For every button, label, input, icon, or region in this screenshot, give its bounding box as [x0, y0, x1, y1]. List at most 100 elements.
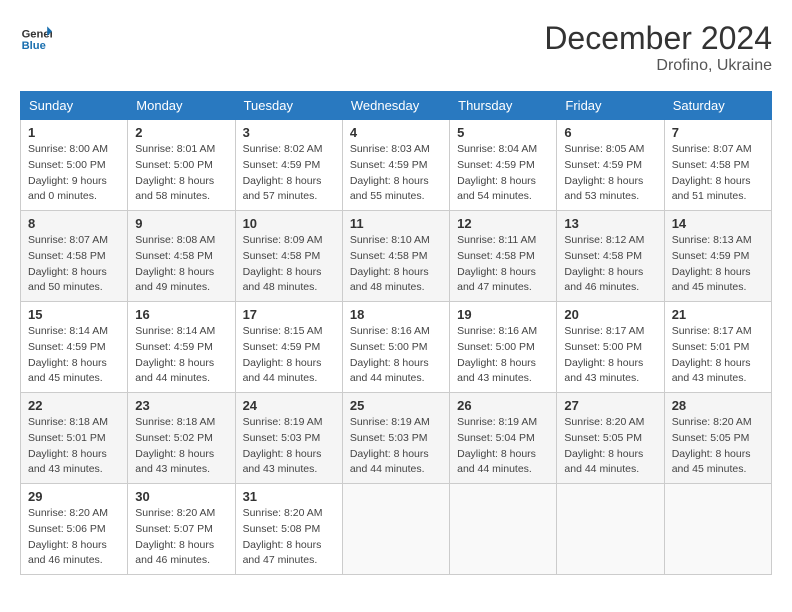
day-number: 28 [672, 398, 764, 413]
day-number: 14 [672, 216, 764, 231]
day-info: Sunrise: 8:13 AMSunset: 4:59 PMDaylight:… [672, 233, 764, 296]
calendar-day-cell: 4 Sunrise: 8:03 AMSunset: 4:59 PMDaylight… [342, 120, 449, 211]
calendar-day-cell [342, 484, 449, 575]
day-info: Sunrise: 8:14 AMSunset: 4:59 PMDaylight:… [28, 324, 120, 387]
calendar-day-cell: 23Sunrise: 8:18 AMSunset: 5:02 PMDayligh… [128, 393, 235, 484]
day-number: 29 [28, 489, 120, 504]
page-header: General Blue December 2024 Drofino, Ukra… [20, 20, 772, 75]
day-number: 1 [28, 125, 120, 140]
day-info: Sunrise: 8:07 AMSunset: 4:58 PMDaylight:… [28, 233, 120, 296]
day-info: Sunrise: 8:04 AMSunset: 4:59 PMDaylight:… [457, 142, 549, 205]
day-number: 23 [135, 398, 227, 413]
location: Drofino, Ukraine [544, 57, 772, 75]
calendar-day-cell: 2Sunrise: 8:01 AMSunset: 5:00 PMDaylight… [128, 120, 235, 211]
calendar-day-cell: 14 Sunrise: 8:13 AMSunset: 4:59 PMDayligh… [664, 211, 771, 302]
day-number: 7 [672, 125, 764, 140]
calendar-day-cell: 18Sunrise: 8:16 AMSunset: 5:00 PMDayligh… [342, 302, 449, 393]
calendar-day-cell: 15 Sunrise: 8:14 AMSunset: 4:59 PMDayligh… [21, 302, 128, 393]
day-info: Sunrise: 8:07 AMSunset: 4:58 PMDaylight:… [672, 142, 764, 205]
calendar-day-cell: 24 Sunrise: 8:19 AMSunset: 5:03 PMDayligh… [235, 393, 342, 484]
day-info: Sunrise: 8:00 AMSunset: 5:00 PMDaylight:… [28, 142, 120, 205]
day-number: 6 [564, 125, 656, 140]
day-number: 4 [350, 125, 442, 140]
day-info: Sunrise: 8:20 AMSunset: 5:06 PMDaylight:… [28, 506, 120, 569]
day-info: Sunrise: 8:16 AMSunset: 5:00 PMDaylight:… [350, 324, 442, 387]
calendar-day-cell: 27 Sunrise: 8:20 AMSunset: 5:05 PMDayligh… [557, 393, 664, 484]
day-info: Sunrise: 8:20 AMSunset: 5:07 PMDaylight:… [135, 506, 227, 569]
calendar-day-cell: 6Sunrise: 8:05 AMSunset: 4:59 PMDaylight… [557, 120, 664, 211]
calendar-day-cell: 30 Sunrise: 8:20 AMSunset: 5:07 PMDayligh… [128, 484, 235, 575]
calendar-day-header: Sunday [21, 92, 128, 120]
calendar-day-cell: 12Sunrise: 8:11 AMSunset: 4:58 PMDayligh… [450, 211, 557, 302]
calendar-week-row: 8 Sunrise: 8:07 AMSunset: 4:58 PMDaylight… [21, 211, 772, 302]
day-number: 5 [457, 125, 549, 140]
calendar-week-row: 29 Sunrise: 8:20 AMSunset: 5:06 PMDayligh… [21, 484, 772, 575]
calendar-day-cell: 21 Sunrise: 8:17 AMSunset: 5:01 PMDayligh… [664, 302, 771, 393]
day-number: 17 [243, 307, 335, 322]
day-info: Sunrise: 8:11 AMSunset: 4:58 PMDaylight:… [457, 233, 549, 296]
calendar-day-cell [664, 484, 771, 575]
calendar-day-header: Monday [128, 92, 235, 120]
calendar-header-row: SundayMondayTuesdayWednesdayThursdayFrid… [21, 92, 772, 120]
logo-icon: General Blue [20, 20, 52, 52]
day-number: 10 [243, 216, 335, 231]
calendar-day-cell: 25 Sunrise: 8:19 AMSunset: 5:03 PMDayligh… [342, 393, 449, 484]
day-info: Sunrise: 8:20 AMSunset: 5:05 PMDaylight:… [564, 415, 656, 478]
svg-text:Blue: Blue [22, 40, 46, 52]
day-number: 21 [672, 307, 764, 322]
calendar-day-cell [557, 484, 664, 575]
calendar-day-cell: 13 Sunrise: 8:12 AMSunset: 4:58 PMDayligh… [557, 211, 664, 302]
day-info: Sunrise: 8:08 AMSunset: 4:58 PMDaylight:… [135, 233, 227, 296]
day-number: 2 [135, 125, 227, 140]
calendar-week-row: 22 Sunrise: 8:18 AMSunset: 5:01 PMDayligh… [21, 393, 772, 484]
day-info: Sunrise: 8:19 AMSunset: 5:03 PMDaylight:… [350, 415, 442, 478]
day-number: 30 [135, 489, 227, 504]
calendar-day-cell: 1 Sunrise: 8:00 AMSunset: 5:00 PMDaylight… [21, 120, 128, 211]
day-info: Sunrise: 8:12 AMSunset: 4:58 PMDaylight:… [564, 233, 656, 296]
day-number: 22 [28, 398, 120, 413]
day-number: 31 [243, 489, 335, 504]
calendar-day-cell: 31 Sunrise: 8:20 AMSunset: 5:08 PMDayligh… [235, 484, 342, 575]
calendar-table: SundayMondayTuesdayWednesdayThursdayFrid… [20, 91, 772, 575]
month-title: December 2024 [544, 20, 772, 57]
day-number: 13 [564, 216, 656, 231]
day-number: 11 [350, 216, 442, 231]
calendar-day-cell: 11 Sunrise: 8:10 AMSunset: 4:58 PMDayligh… [342, 211, 449, 302]
calendar-day-header: Saturday [664, 92, 771, 120]
day-number: 24 [243, 398, 335, 413]
day-info: Sunrise: 8:15 AMSunset: 4:59 PMDaylight:… [243, 324, 335, 387]
calendar-day-cell: 10 Sunrise: 8:09 AMSunset: 4:58 PMDayligh… [235, 211, 342, 302]
calendar-week-row: 1 Sunrise: 8:00 AMSunset: 5:00 PMDaylight… [21, 120, 772, 211]
day-number: 25 [350, 398, 442, 413]
day-info: Sunrise: 8:19 AMSunset: 5:04 PMDaylight:… [457, 415, 549, 478]
day-info: Sunrise: 8:10 AMSunset: 4:58 PMDaylight:… [350, 233, 442, 296]
day-number: 27 [564, 398, 656, 413]
logo: General Blue [20, 20, 52, 52]
title-block: December 2024 Drofino, Ukraine [544, 20, 772, 75]
day-info: Sunrise: 8:17 AMSunset: 5:01 PMDaylight:… [672, 324, 764, 387]
day-number: 19 [457, 307, 549, 322]
calendar-day-cell: 28 Sunrise: 8:20 AMSunset: 5:05 PMDayligh… [664, 393, 771, 484]
calendar-day-cell: 8 Sunrise: 8:07 AMSunset: 4:58 PMDaylight… [21, 211, 128, 302]
calendar-day-header: Wednesday [342, 92, 449, 120]
calendar-day-header: Friday [557, 92, 664, 120]
day-number: 15 [28, 307, 120, 322]
day-info: Sunrise: 8:03 AMSunset: 4:59 PMDaylight:… [350, 142, 442, 205]
calendar-day-cell: 5 Sunrise: 8:04 AMSunset: 4:59 PMDaylight… [450, 120, 557, 211]
day-info: Sunrise: 8:09 AMSunset: 4:58 PMDaylight:… [243, 233, 335, 296]
day-number: 8 [28, 216, 120, 231]
calendar-day-cell: 26Sunrise: 8:19 AMSunset: 5:04 PMDayligh… [450, 393, 557, 484]
calendar-day-cell [450, 484, 557, 575]
day-number: 3 [243, 125, 335, 140]
day-info: Sunrise: 8:19 AMSunset: 5:03 PMDaylight:… [243, 415, 335, 478]
day-number: 16 [135, 307, 227, 322]
calendar-day-cell: 20 Sunrise: 8:17 AMSunset: 5:00 PMDayligh… [557, 302, 664, 393]
day-number: 9 [135, 216, 227, 231]
day-info: Sunrise: 8:20 AMSunset: 5:05 PMDaylight:… [672, 415, 764, 478]
day-info: Sunrise: 8:18 AMSunset: 5:01 PMDaylight:… [28, 415, 120, 478]
day-info: Sunrise: 8:14 AMSunset: 4:59 PMDaylight:… [135, 324, 227, 387]
day-info: Sunrise: 8:20 AMSunset: 5:08 PMDaylight:… [243, 506, 335, 569]
day-info: Sunrise: 8:17 AMSunset: 5:00 PMDaylight:… [564, 324, 656, 387]
calendar-day-cell: 3Sunrise: 8:02 AMSunset: 4:59 PMDaylight… [235, 120, 342, 211]
day-number: 20 [564, 307, 656, 322]
